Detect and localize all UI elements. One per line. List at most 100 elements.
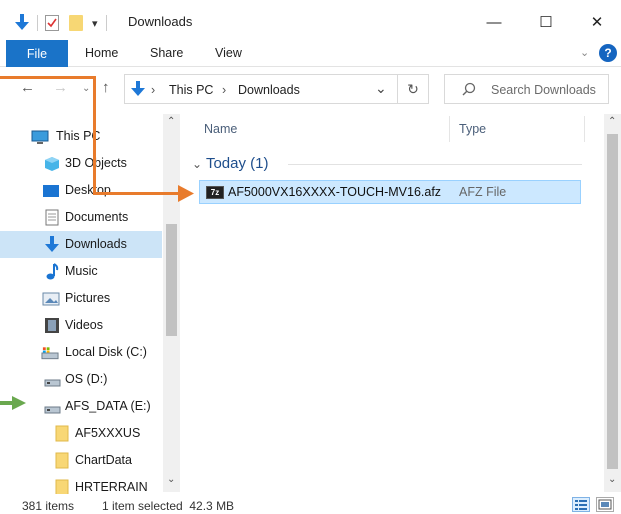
breadcrumb-separator[interactable]: › xyxy=(222,83,226,97)
folder-icon xyxy=(53,452,71,468)
nav-item-videos[interactable]: Videos xyxy=(0,312,162,339)
3d-objects-icon xyxy=(43,156,61,172)
details-view-icon[interactable] xyxy=(572,497,590,512)
up-arrow-icon[interactable]: ↑ xyxy=(102,79,110,96)
downloads-location-icon xyxy=(131,81,145,100)
window-title: Downloads xyxy=(128,14,193,29)
annotation-orange-arrow xyxy=(93,192,181,195)
nav-item-label: AF5XXXUS xyxy=(75,426,141,440)
nav-pane-scroll-thumb[interactable] xyxy=(166,224,177,336)
breadcrumb-separator[interactable]: › xyxy=(151,83,155,97)
annotation-orange-arrow xyxy=(93,76,96,195)
scroll-down-icon[interactable]: ⌄ xyxy=(167,474,175,485)
new-folder-icon[interactable] xyxy=(69,15,83,31)
file-row[interactable]: 7z AF5000VX16XXXX-TOUCH-MV16.afz AFZ Fil… xyxy=(199,180,581,204)
content-scroll-thumb[interactable] xyxy=(607,134,618,469)
scroll-up-icon[interactable]: ⌃ xyxy=(167,116,175,127)
file-type: AFZ File xyxy=(459,185,507,199)
annotation-orange-arrow xyxy=(0,76,96,79)
nav-item-label: Documents xyxy=(65,210,129,224)
expand-ribbon-icon[interactable]: ⌄ xyxy=(580,46,589,59)
videos-icon xyxy=(43,317,61,333)
drive-icon xyxy=(43,374,61,390)
tab-share[interactable]: Share xyxy=(150,46,183,60)
nav-item-chartdata[interactable]: ChartData xyxy=(0,447,162,474)
file-name: AF5000VX16XXXX-TOUCH-MV16.afz xyxy=(228,185,442,199)
large-icons-view-icon[interactable] xyxy=(596,497,614,512)
customize-qa-icon[interactable]: ▾ xyxy=(92,17,98,30)
pictures-icon xyxy=(42,291,60,307)
recent-locations-icon[interactable]: ⌄ xyxy=(82,83,90,94)
content-scrollbar[interactable]: ⌃ ⌄ xyxy=(604,114,621,492)
nav-item-label: Videos xyxy=(65,318,103,332)
nav-item-label: Local Disk (C:) xyxy=(65,345,147,359)
column-divider[interactable] xyxy=(584,116,585,142)
nav-item-this-pc[interactable]: This PC xyxy=(0,123,162,150)
nav-item-downloads[interactable]: Downloads xyxy=(0,231,162,258)
nav-pane-scrollbar[interactable]: ⌃ ⌄ xyxy=(163,114,180,492)
quick-access-toolbar: ▾ xyxy=(14,12,107,34)
desktop-icon xyxy=(42,183,60,199)
close-button[interactable]: ✕ xyxy=(577,8,617,36)
nav-item-3d-objects[interactable]: 3D Objects xyxy=(0,150,162,177)
group-header-today[interactable]: ⌄ Today (1) xyxy=(192,155,269,172)
ribbon-tabs: File Home Share View xyxy=(0,40,621,67)
title-bar: ▾ Downloads — ☐ ✕ xyxy=(0,0,621,40)
tab-file[interactable]: File xyxy=(6,40,68,67)
column-header-name[interactable]: Name xyxy=(204,122,237,136)
downloads-icon xyxy=(43,235,61,252)
nav-item-label: Pictures xyxy=(65,291,111,305)
folder-icon xyxy=(53,479,71,494)
download-arrow-icon[interactable] xyxy=(14,14,30,32)
search-placeholder: Search Downloads xyxy=(491,83,596,97)
archive-7z-icon: 7z xyxy=(206,186,224,199)
tab-view[interactable]: View xyxy=(215,46,242,60)
scroll-down-icon[interactable]: ⌄ xyxy=(608,474,616,485)
nav-item-label: Music xyxy=(65,264,98,278)
nav-item-local-disk[interactable]: Local Disk (C:) xyxy=(0,339,162,366)
refresh-button[interactable]: ↻ xyxy=(397,74,429,104)
documents-icon xyxy=(43,209,61,225)
this-pc-icon xyxy=(31,129,49,145)
breadcrumb-downloads[interactable]: Downloads xyxy=(238,83,300,97)
back-arrow-icon[interactable]: ← xyxy=(20,79,35,96)
nav-item-label: OS (D:) xyxy=(65,372,108,386)
folder-icon xyxy=(53,425,71,441)
address-dropdown-icon[interactable]: ⌄ xyxy=(375,80,387,97)
status-selection: 1 item selected 42.3 MB xyxy=(102,499,235,513)
column-header-type[interactable]: Type xyxy=(459,122,486,136)
navigation-pane: This PC 3D Objects Desktop Documents Dow… xyxy=(0,114,180,494)
drive-icon xyxy=(43,401,61,417)
group-divider xyxy=(288,164,582,165)
annotation-orange-arrowhead xyxy=(178,185,194,202)
forward-arrow-icon[interactable]: → xyxy=(53,79,68,96)
search-icon xyxy=(462,82,476,99)
tab-home[interactable]: Home xyxy=(85,46,118,60)
address-bar[interactable]: › This PC › Downloads ⌄ xyxy=(124,74,429,104)
breadcrumb-this-pc[interactable]: This PC xyxy=(169,83,213,97)
group-label: Today (1) xyxy=(205,155,269,172)
nav-item-label: ChartData xyxy=(75,453,132,467)
status-item-count: 381 items xyxy=(22,499,75,513)
properties-icon[interactable] xyxy=(45,15,59,31)
column-divider[interactable] xyxy=(449,116,450,142)
nav-item-os-d[interactable]: OS (D:) xyxy=(0,366,162,393)
nav-item-pictures[interactable]: Pictures xyxy=(0,285,162,312)
nav-item-documents[interactable]: Documents xyxy=(0,204,162,231)
nav-item-label: AFS_DATA (E:) xyxy=(65,399,151,413)
nav-item-desktop[interactable]: Desktop xyxy=(0,177,162,204)
nav-item-label: Downloads xyxy=(65,237,127,251)
nav-item-af5xxxus[interactable]: AF5XXXUS xyxy=(0,420,162,447)
nav-item-label: HRTERRAIN xyxy=(75,480,148,494)
music-icon xyxy=(43,262,61,279)
collapse-chevron-icon[interactable]: ⌄ xyxy=(192,157,202,171)
minimize-button[interactable]: — xyxy=(474,8,514,36)
local-disk-icon xyxy=(41,345,59,361)
nav-item-music[interactable]: Music xyxy=(0,258,162,285)
search-input[interactable]: Search Downloads xyxy=(444,74,609,104)
annotation-green-arrow xyxy=(0,396,26,410)
nav-item-hrterrain[interactable]: HRTERRAIN xyxy=(0,474,162,494)
help-icon[interactable]: ? xyxy=(599,44,617,62)
maximize-button[interactable]: ☐ xyxy=(526,8,566,36)
scroll-up-icon[interactable]: ⌃ xyxy=(608,116,616,127)
